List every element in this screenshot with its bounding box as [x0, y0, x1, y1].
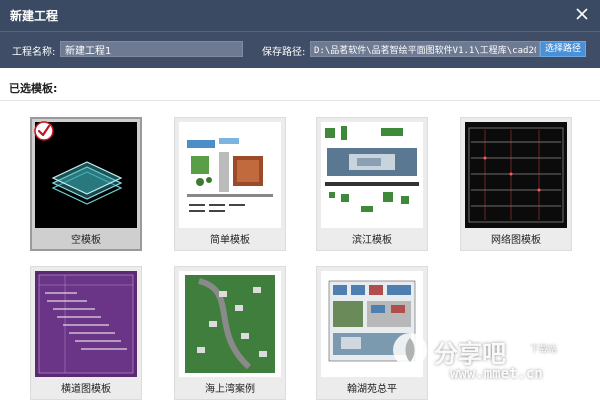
selected-template-heading: 已选模板: — [9, 82, 58, 95]
title-bar: 新建工程 — [0, 0, 600, 31]
template-thumbnail — [465, 122, 567, 228]
project-name-input[interactable] — [60, 41, 243, 57]
divider — [0, 100, 600, 101]
project-settings-bar: 工程名称: 保存路径: 选择路径 — [0, 31, 600, 68]
template-label: 海上湾案例 — [205, 384, 255, 395]
template-card-binjiang[interactable]: 滨江模板 — [316, 117, 428, 251]
gantt-chart-icon — [35, 271, 137, 377]
check-icon — [34, 121, 54, 141]
save-path-input[interactable] — [310, 41, 540, 57]
template-label: 横道图模板 — [61, 384, 111, 395]
watermark-sub: 下载站 — [530, 345, 558, 355]
watermark-brand: 分享吧 — [434, 340, 506, 368]
template-card-haishangwan[interactable]: 海上湾案例 — [174, 266, 286, 400]
template-label: 空模板 — [71, 235, 101, 246]
template-card-empty[interactable]: 空模板 — [30, 117, 142, 251]
template-card-network[interactable]: 网络图模板 — [460, 117, 572, 251]
template-thumbnail — [179, 122, 281, 228]
save-path-label: 保存路径: — [262, 47, 306, 58]
close-icon[interactable] — [573, 5, 591, 23]
template-card-gantt[interactable]: 横道图模板 — [30, 266, 142, 400]
template-thumbnail — [35, 271, 137, 377]
template-label: 滨江模板 — [352, 235, 392, 246]
template-thumbnail — [179, 271, 281, 377]
site-plan-icon — [321, 122, 423, 228]
template-label: 简单模板 — [210, 235, 250, 246]
brand-logo-icon — [393, 333, 427, 367]
window-title: 新建工程 — [10, 9, 59, 23]
template-card-simple[interactable]: 简单模板 — [174, 117, 286, 251]
template-thumbnail — [321, 122, 423, 228]
site-plan-icon — [179, 122, 281, 228]
choose-path-button[interactable]: 选择路径 — [540, 41, 586, 57]
network-diagram-icon — [465, 122, 567, 228]
watermark-url: www.mmet.cn — [450, 366, 543, 382]
template-label: 网络图模板 — [491, 235, 541, 246]
site-plan-icon — [179, 271, 281, 377]
watermark: 分享吧 下载站 www.mmet.cn — [390, 330, 590, 400]
project-name-label: 工程名称: — [12, 47, 56, 58]
